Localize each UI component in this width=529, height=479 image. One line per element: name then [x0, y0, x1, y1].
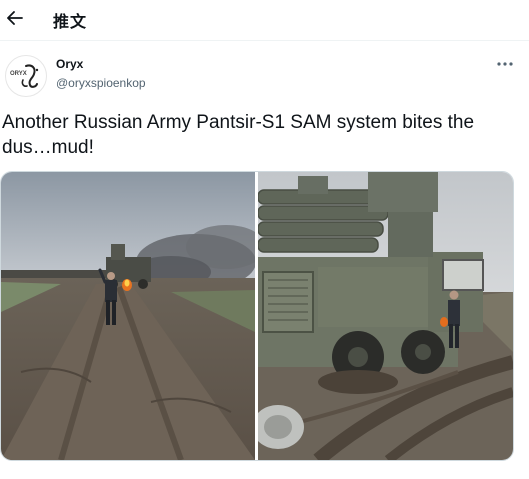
- author-name[interactable]: Oryx: [56, 57, 83, 71]
- oryx-logo-icon: ORYX: [10, 64, 39, 88]
- photo-vehicle-stuck-in-mud[interactable]: [258, 172, 513, 460]
- tweet-page: 推文 ORYX Oryx @oryxspioenkop Another Russ…: [0, 0, 529, 479]
- author-handle[interactable]: @oryxspioenkop: [56, 76, 146, 90]
- top-bar: 推文: [0, 0, 529, 36]
- more-horizontal-icon: [497, 62, 513, 66]
- tweet-timestamp-partial: [2, 468, 522, 479]
- svg-text:ORYX: ORYX: [10, 71, 27, 77]
- page-title: 推文: [53, 12, 88, 31]
- avatar[interactable]: ORYX: [5, 55, 47, 97]
- more-options-button[interactable]: [493, 56, 517, 72]
- header-divider: [0, 40, 529, 41]
- photo-vehicle-on-fire-road[interactable]: [1, 172, 255, 460]
- media-grid: [0, 171, 514, 461]
- tweet-text: Another Russian Army Pantsir-S1 SAM syst…: [2, 112, 475, 158]
- arrow-left-icon: [7, 11, 23, 25]
- back-button[interactable]: [4, 7, 26, 29]
